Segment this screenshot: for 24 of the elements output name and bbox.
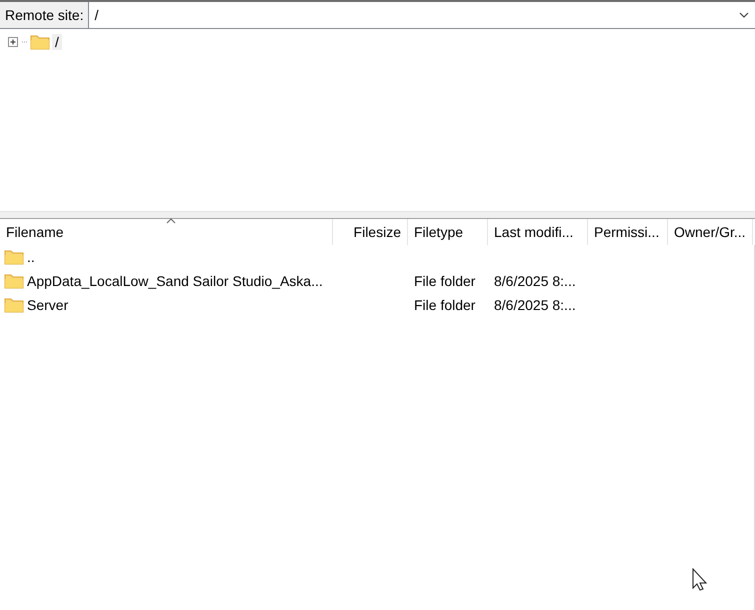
table-cell: File folder bbox=[414, 297, 476, 313]
mouse-pointer-icon bbox=[692, 568, 708, 592]
remote-site-label: Remote site: bbox=[0, 2, 89, 28]
folder-icon bbox=[30, 34, 50, 50]
dropdown-caret-icon[interactable] bbox=[739, 12, 749, 18]
folder-icon bbox=[4, 273, 24, 289]
column-header[interactable]: Permissi... bbox=[588, 219, 668, 245]
expand-icon[interactable] bbox=[8, 36, 20, 48]
column-header[interactable]: Filesize bbox=[333, 219, 408, 245]
file-name[interactable]: Server bbox=[27, 297, 68, 313]
sort-ascending-icon bbox=[166, 218, 176, 224]
column-header[interactable]: Owner/Gr... bbox=[668, 219, 753, 245]
column-header[interactable]: Filename bbox=[0, 219, 333, 245]
table-cell: 8/6/2025 8:... bbox=[494, 297, 576, 313]
table-cell: 8/6/2025 8:... bbox=[494, 273, 576, 289]
folder-icon bbox=[4, 297, 24, 313]
file-name[interactable]: AppData_LocalLow_Sand Sailor Studio_Aska... bbox=[27, 273, 323, 289]
column-header[interactable]: Filetype bbox=[408, 219, 488, 245]
table-cell: File folder bbox=[414, 273, 476, 289]
column-header[interactable]: Last modifi... bbox=[488, 219, 588, 245]
file-name[interactable]: .. bbox=[27, 249, 35, 265]
folder-icon bbox=[4, 249, 24, 265]
tree-connector-line bbox=[22, 41, 28, 43]
tree-item[interactable]: / bbox=[52, 34, 62, 50]
